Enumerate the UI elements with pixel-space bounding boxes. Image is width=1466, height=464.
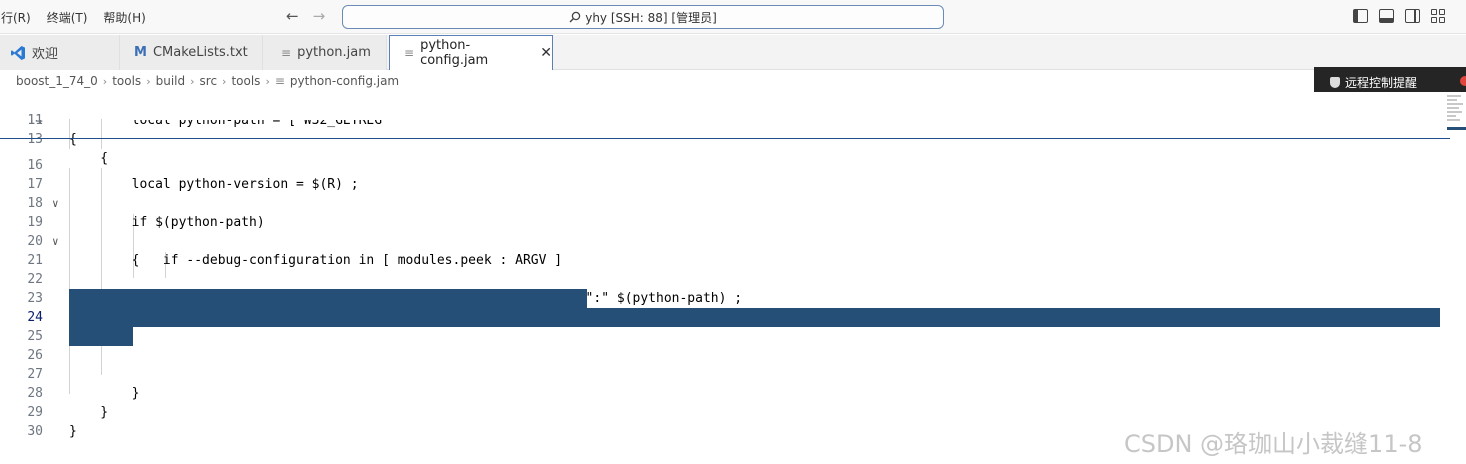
toggle-secondary-sidebar-icon[interactable] (1405, 9, 1420, 23)
file-icon: ≡ (404, 46, 415, 60)
tab-python-jam[interactable]: ≡ python.jam (263, 35, 387, 70)
chevron-right-icon: › (190, 74, 195, 88)
command-center-text: yhy [SSH: 88] [管理员] (585, 10, 717, 25)
tab-bar: 欢迎 M CMakeLists.txt ≡ python.jam ≡ pytho… (0, 35, 1466, 70)
layout-controls (1353, 9, 1446, 23)
back-arrow-icon[interactable]: ← (286, 7, 299, 25)
code-line[interactable]: 30 (0, 403, 1466, 439)
code-line-selected[interactable]: 25 ············using·python·:·3.7·:·/dat… (0, 308, 1466, 382)
command-center[interactable]: yhy [SSH: 88] [管理员] (342, 5, 944, 29)
close-icon[interactable]: ✕ (540, 45, 552, 61)
code-line-partial: 14 local python-path = [ W32_GETREG (0, 120, 1466, 131)
code-line[interactable]: 21 ∨ { (0, 232, 1466, 306)
cmake-icon: M (134, 45, 147, 60)
line-text: local python-path = [ W32_GETREG (69, 120, 383, 128)
chevron-right-icon: › (265, 74, 270, 88)
code-line[interactable]: 28 } (0, 365, 1466, 420)
code-line[interactable]: 22 ECHO "notice:" using python ":" $(pyt… (0, 251, 1466, 306)
customize-layout-icon[interactable] (1431, 9, 1446, 23)
selection-highlight (69, 308, 1440, 327)
tab-label: 欢迎 (32, 47, 59, 62)
breadcrumb-item[interactable]: python-config.jam (290, 74, 399, 88)
tab-label: python.jam (297, 45, 371, 60)
notification-text: 远程控制提醒 (1345, 75, 1418, 90)
code-line-selected[interactable]: 24 ············#using·python·:·$(python-… (0, 289, 1466, 363)
breadcrumb-item[interactable]: boost_1_74_0 (16, 74, 98, 88)
code-editor[interactable]: 14 local python-path = [ W32_GETREG 11 {… (0, 92, 1466, 464)
breadcrumb-item[interactable]: tools (112, 74, 141, 88)
notification-dot-icon (1460, 76, 1466, 86)
code-line[interactable]: 29 } (0, 384, 1466, 439)
breadcrumb-item[interactable]: src (200, 74, 218, 88)
tab-cmakelists[interactable]: M CMakeLists.txt (120, 35, 263, 70)
chevron-right-icon: › (146, 74, 151, 88)
toggle-primary-sidebar-icon[interactable] (1353, 9, 1368, 23)
title-bar: 行(R) 终端(T) 帮助(H) ← → yhy [SSH: 88] [管理员] (0, 0, 1466, 34)
tab-label: python-config.jam (420, 38, 489, 68)
file-icon: ≡ (274, 74, 285, 88)
fold-chevron-down-icon[interactable]: ∨ (52, 232, 59, 251)
line-text: } (69, 424, 77, 439)
code-line[interactable]: 23 } (0, 270, 1466, 325)
code-line-selected[interactable]: 26 ········ (0, 327, 1466, 401)
menu-terminal[interactable]: 终端(T) (46, 9, 89, 26)
navigation-buttons: ← → (286, 7, 325, 25)
shield-icon (1330, 76, 1340, 88)
fold-chevron-down-icon[interactable]: ∨ (52, 194, 59, 213)
sticky-scroll-border (0, 138, 1450, 139)
vscode-logo-icon (11, 45, 25, 60)
toggle-panel-icon[interactable] (1379, 9, 1394, 23)
file-icon: ≡ (281, 45, 292, 60)
chevron-right-icon: › (102, 74, 108, 88)
line-number: 30 (27, 424, 43, 439)
sticky-line[interactable]: 13 { (0, 111, 1466, 168)
sticky-line[interactable]: 11 { (0, 92, 1466, 147)
breadcrumb: boost_1_74_0 › tools › build › src › too… (16, 72, 399, 90)
menu-bar: 行(R) 终端(T) 帮助(H) (0, 9, 147, 26)
menu-run[interactable]: 行(R) (0, 9, 32, 26)
breadcrumb-item[interactable]: build (156, 74, 186, 88)
tab-welcome[interactable]: 欢迎 (0, 35, 120, 70)
tab-python-config-jam[interactable]: ≡ python-config.jam ✕ (389, 35, 553, 70)
code-line[interactable]: 17 (0, 156, 1466, 192)
selection-highlight (69, 289, 587, 308)
breadcrumb-item[interactable]: tools (231, 74, 260, 88)
minimap[interactable] (1447, 95, 1466, 150)
code-line[interactable]: 20 if --debug-configuration in [ modules… (0, 213, 1466, 268)
watermark: CSDN @珞珈山小裁缝11-8 (1124, 430, 1423, 458)
code-line[interactable]: 27 } (0, 346, 1466, 401)
code-line[interactable]: 16 local python-version = $(R) ; (0, 137, 1466, 192)
code-line[interactable]: 19 ∨ { (0, 194, 1466, 268)
selection-highlight (69, 327, 133, 346)
code-line[interactable]: 18 if $(python-path) (0, 175, 1466, 230)
tab-label: CMakeLists.txt (152, 45, 248, 60)
search-icon (569, 11, 581, 23)
forward-arrow-icon[interactable]: → (313, 7, 326, 25)
chevron-right-icon: › (222, 74, 227, 88)
menu-help[interactable]: 帮助(H) (102, 9, 146, 26)
